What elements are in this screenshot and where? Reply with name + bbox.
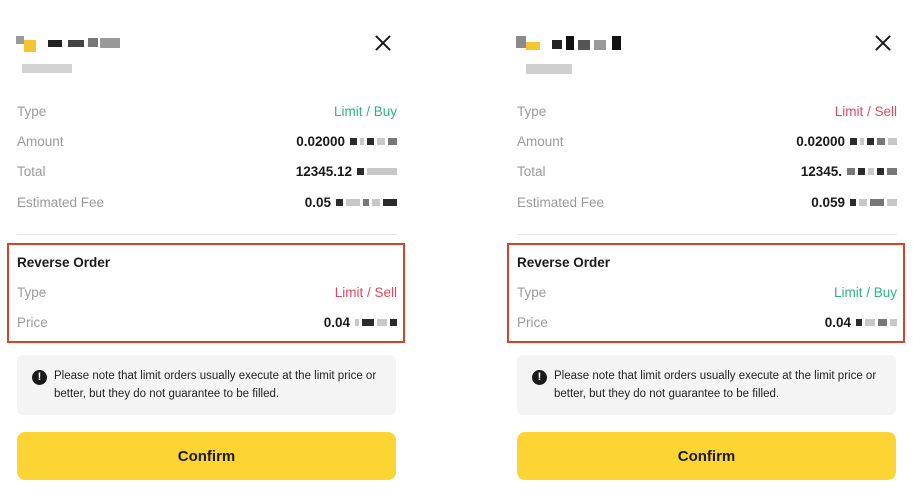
- amount-label: Amount: [17, 134, 64, 149]
- amount-value-wrap: 0.02000: [296, 134, 397, 149]
- redacted-unit: [336, 199, 397, 206]
- type-label: Type: [17, 104, 47, 119]
- close-icon[interactable]: [872, 32, 894, 54]
- reverse-price-label: Price: [17, 315, 48, 330]
- pixelated-subtitle: [522, 64, 582, 74]
- reverse-price-value: 0.04: [824, 315, 851, 330]
- redacted-unit: [850, 138, 897, 145]
- type-value: Limit / Sell: [834, 104, 897, 119]
- confirm-button[interactable]: Confirm: [17, 432, 396, 480]
- reverse-type-value: Limit / Sell: [334, 285, 397, 300]
- amount-row: Amount 0.02000: [517, 132, 897, 152]
- redacted-unit: [856, 319, 897, 326]
- fee-row: Estimated Fee 0.05: [17, 193, 397, 213]
- type-row: Type Limit / Sell: [517, 102, 897, 122]
- redacted-unit: [350, 138, 397, 145]
- reverse-price-row: Price 0.04: [17, 313, 397, 333]
- redacted-unit: [850, 199, 897, 206]
- amount-value: 0.02000: [296, 134, 345, 149]
- total-label: Total: [17, 164, 46, 179]
- reverse-type-label: Type: [17, 285, 47, 300]
- exclamation-circle-icon: !: [32, 370, 47, 385]
- type-label: Type: [517, 104, 547, 119]
- reverse-type-row: Type Limit / Sell: [17, 283, 397, 303]
- pixelated-title: [516, 34, 626, 54]
- notice-text: Please note that limit orders usually ex…: [54, 370, 377, 400]
- redacted-unit: [357, 168, 397, 175]
- divider: [517, 234, 897, 235]
- limit-order-notice: ! Please note that limit orders usually …: [17, 355, 396, 415]
- reverse-price-value: 0.04: [323, 315, 350, 330]
- redacted-unit: [847, 168, 897, 175]
- reverse-price-value-wrap: 0.04: [324, 315, 397, 330]
- notice-text: Please note that limit orders usually ex…: [554, 370, 877, 400]
- fee-row: Estimated Fee 0.059: [517, 193, 897, 213]
- total-value-wrap: 12345.12: [296, 164, 397, 179]
- reverse-order-title: Reverse Order: [517, 255, 611, 270]
- divider: [17, 234, 397, 235]
- total-label: Total: [517, 164, 546, 179]
- type-value: Limit / Buy: [333, 104, 397, 119]
- reverse-price-value-wrap: 0.04: [825, 315, 897, 330]
- total-value-wrap: 12345.: [801, 164, 897, 179]
- type-row: Type Limit / Buy: [17, 102, 397, 122]
- amount-row: Amount 0.02000: [17, 132, 397, 152]
- fee-label: Estimated Fee: [17, 195, 105, 210]
- amount-label: Amount: [517, 134, 564, 149]
- pixelated-title: [16, 34, 126, 54]
- reverse-price-row: Price 0.04: [517, 313, 897, 333]
- order-confirm-panel-left: Type Limit / Buy Amount 0.02000 Total 12…: [0, 0, 405, 499]
- fee-value-wrap: 0.05: [305, 195, 397, 210]
- total-value: 12345.: [800, 164, 842, 179]
- total-row: Total 12345.: [517, 162, 897, 182]
- fee-label: Estimated Fee: [517, 195, 605, 210]
- amount-value-wrap: 0.02000: [796, 134, 897, 149]
- close-icon[interactable]: [372, 32, 394, 54]
- order-confirm-panel-right: Type Limit / Sell Amount 0.02000 Total 1…: [500, 0, 905, 499]
- confirm-button[interactable]: Confirm: [517, 432, 896, 480]
- limit-order-notice: ! Please note that limit orders usually …: [517, 355, 896, 415]
- reverse-type-row: Type Limit / Buy: [517, 283, 897, 303]
- reverse-type-value: Limit / Buy: [833, 285, 897, 300]
- redacted-unit: [355, 319, 397, 326]
- reverse-type-label: Type: [517, 285, 547, 300]
- reverse-order-title: Reverse Order: [17, 255, 111, 270]
- amount-value: 0.02000: [796, 134, 845, 149]
- reverse-price-label: Price: [517, 315, 548, 330]
- exclamation-circle-icon: !: [532, 370, 547, 385]
- fee-value: 0.059: [811, 195, 845, 210]
- fee-value: 0.05: [304, 195, 331, 210]
- pixelated-subtitle: [22, 64, 82, 74]
- total-row: Total 12345.12: [17, 162, 397, 182]
- total-value: 12345.12: [295, 164, 352, 179]
- fee-value-wrap: 0.059: [811, 195, 897, 210]
